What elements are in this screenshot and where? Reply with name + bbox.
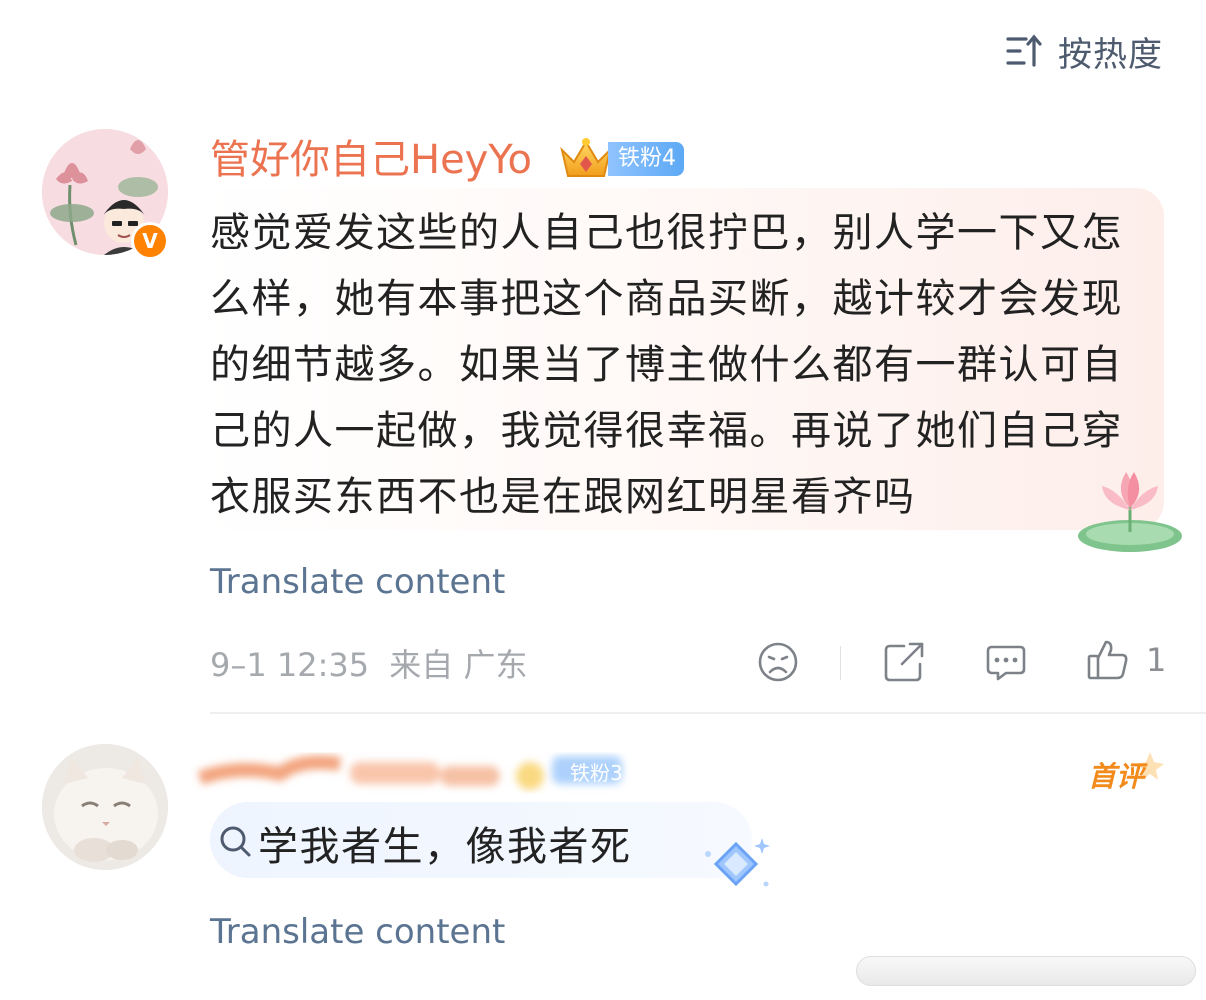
search-suggestion-text: 学我者生，像我者死	[258, 824, 632, 870]
comment-location: 来自 广东	[389, 646, 528, 684]
like-count: 1	[1146, 641, 1167, 679]
blurred-username: 铁粉3	[197, 755, 623, 790]
like-icon[interactable]	[1086, 638, 1130, 682]
search-icon	[220, 826, 251, 857]
comment-text: 感觉爱发这些的人自己也很拧巴，别人学一下又怎么样，她有本事把这个商品买断，越计较…	[210, 210, 1123, 520]
sort-by-hot-button[interactable]: 按热度	[1004, 30, 1163, 75]
verified-badge: V	[131, 222, 169, 260]
comment-meta: 9–1 12:35 来自 广东	[210, 640, 527, 686]
sort-arrow-icon	[1006, 34, 1042, 67]
comment-divider	[210, 712, 1206, 714]
avatar[interactable]	[42, 744, 168, 870]
fan-level-badge: 铁粉4	[608, 142, 684, 176]
translate-content-link[interactable]: Translate content	[210, 912, 505, 952]
username[interactable]: 管好你自己HeyYo	[210, 136, 532, 184]
fan-level-badge: 铁粉3	[570, 761, 623, 785]
crown-icon	[560, 138, 612, 177]
diamond-decoration-icon	[705, 838, 770, 887]
sort-label: 按热度	[1058, 34, 1163, 75]
translate-content-link[interactable]: Translate content	[210, 562, 505, 602]
comment-time: 9–1 12:35	[210, 646, 370, 684]
dislike-icon[interactable]	[756, 640, 800, 684]
scrollbar[interactable]	[856, 956, 1196, 986]
comment-icon[interactable]	[984, 641, 1028, 685]
first-comment-tag: 首评	[1088, 752, 1164, 793]
share-icon[interactable]	[882, 640, 926, 684]
divider	[840, 646, 841, 680]
lotus-decoration-icon	[1078, 472, 1182, 552]
svg-text:首评: 首评	[1088, 760, 1148, 793]
